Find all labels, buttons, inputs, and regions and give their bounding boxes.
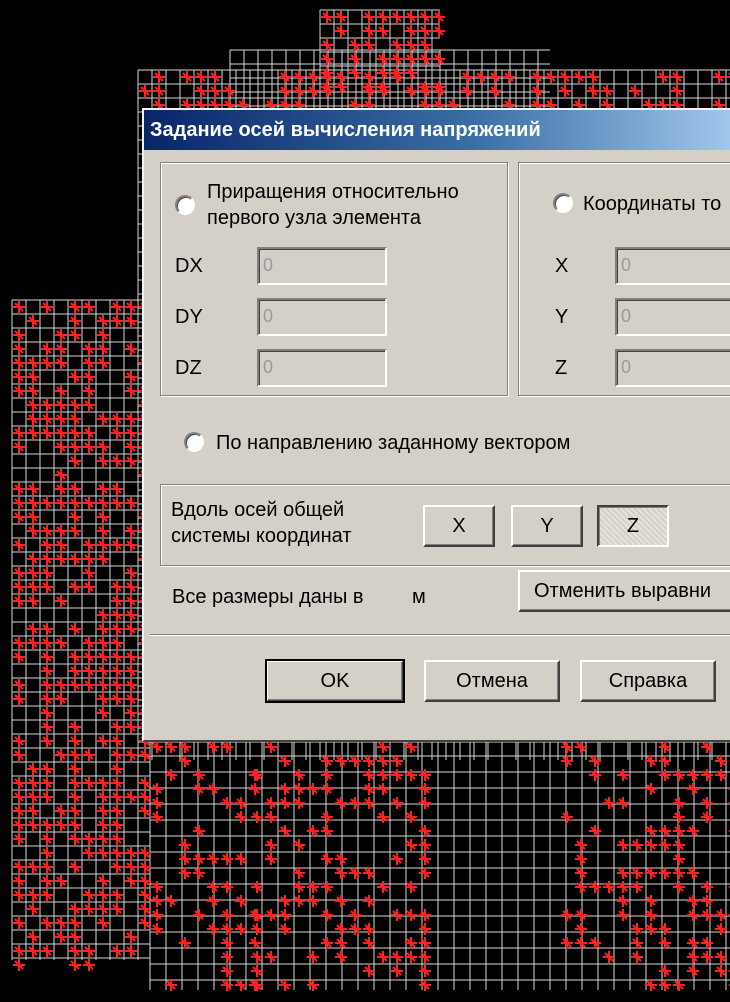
z-field[interactable]: 0: [615, 349, 730, 387]
axis-x-button[interactable]: X: [423, 505, 495, 547]
x-field[interactable]: 0: [615, 247, 730, 285]
increments-group: Приращения относительно первого узла эле…: [160, 162, 508, 396]
increments-label-line1: Приращения относительно: [207, 181, 459, 203]
units-value: м: [412, 586, 426, 608]
ok-button[interactable]: OK: [265, 659, 405, 703]
coords-label: Координаты то: [583, 193, 722, 215]
y-field[interactable]: 0: [615, 298, 730, 336]
dialog-title: Задание осей вычисления напряжений: [150, 119, 541, 141]
cancel-button[interactable]: Отмена: [424, 660, 560, 702]
coords-group: Координаты то X 0 Y 0 Z 0: [518, 162, 730, 396]
coords-radio[interactable]: [553, 193, 573, 213]
global-axes-group: Вдоль осей общей системы координат X Y Z: [160, 484, 730, 566]
increments-label-line2: первого узла элемента: [207, 207, 421, 229]
y-label: Y: [555, 306, 569, 328]
dialog-titlebar[interactable]: Задание осей вычисления напряжений: [144, 110, 730, 150]
cancel-align-button[interactable]: Отменить выравни: [518, 570, 730, 612]
dy-label: DY: [175, 306, 203, 328]
z-label: Z: [555, 357, 568, 379]
help-button[interactable]: Справка: [580, 660, 716, 702]
global-axes-label-line2: системы координат: [171, 525, 352, 547]
axis-z-button[interactable]: Z: [597, 505, 669, 547]
units-label: Все размеры даны в: [172, 586, 364, 608]
increments-radio[interactable]: [175, 195, 195, 215]
dx-label: DX: [175, 255, 203, 277]
global-axes-label-line1: Вдоль осей общей: [171, 499, 345, 521]
dy-field[interactable]: 0: [257, 298, 387, 336]
dx-field[interactable]: 0: [257, 247, 387, 285]
vector-option-label: По направлению заданному вектором: [216, 432, 571, 454]
vector-radio[interactable]: [184, 432, 204, 452]
x-label: X: [555, 255, 569, 277]
axis-y-button[interactable]: Y: [511, 505, 583, 547]
dz-label: DZ: [175, 357, 202, 379]
stress-axes-dialog: Задание осей вычисления напряжений Прира…: [142, 108, 730, 742]
dz-field[interactable]: 0: [257, 349, 387, 387]
bottom-separator: [150, 634, 730, 636]
